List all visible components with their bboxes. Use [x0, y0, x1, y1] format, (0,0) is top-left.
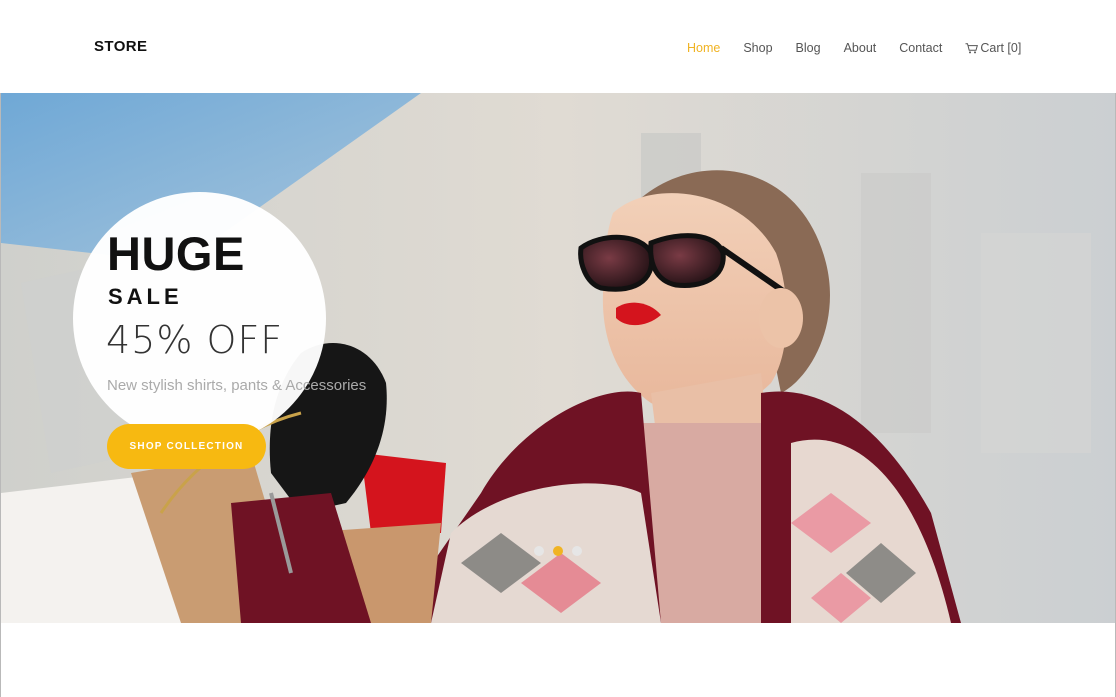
cart-label: Cart [0] [980, 41, 1022, 55]
hero-headline: HUGE [107, 227, 245, 280]
hero-slider: HUGE SALE 45% OFF New stylish shirts, pa… [1, 93, 1115, 623]
site-header: STORE Home Shop Blog About Contact Cart … [0, 0, 1116, 93]
slider-dot-3[interactable] [572, 546, 582, 556]
cart-icon [965, 42, 979, 54]
slider-dot-2[interactable] [553, 546, 563, 556]
nav-cart[interactable]: Cart [0] [965, 41, 1021, 55]
nav-about[interactable]: About [844, 41, 877, 55]
slider-dots [534, 546, 582, 556]
hero-subheadline: SALE [108, 284, 183, 309]
main-nav: Home Shop Blog About Contact Cart [0] [687, 41, 1021, 55]
site-logo[interactable]: STORE [94, 38, 147, 55]
hero-discount: 45% OFF [106, 318, 284, 362]
slider-dot-1[interactable] [534, 546, 544, 556]
nav-blog[interactable]: Blog [796, 41, 821, 55]
below-hero-section [1, 623, 1115, 697]
hero-tagline: New stylish shirts, pants & Accessories [107, 377, 367, 394]
nav-home[interactable]: Home [687, 41, 720, 55]
shop-collection-button[interactable]: SHOP COLLECTION [107, 424, 266, 469]
nav-shop[interactable]: Shop [743, 41, 772, 55]
nav-contact[interactable]: Contact [899, 41, 942, 55]
